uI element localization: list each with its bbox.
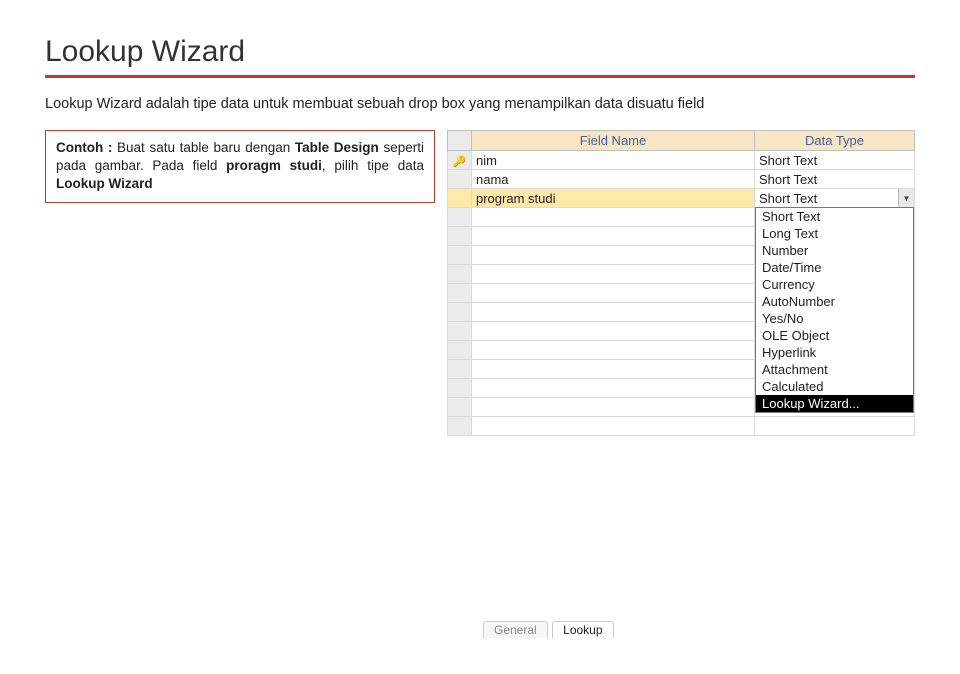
data-type-value: Short Text <box>759 191 817 206</box>
column-header-type[interactable]: Data Type <box>755 131 915 151</box>
table-row[interactable]: nama Short Text <box>448 170 915 189</box>
callout-text-1: Buat satu table baru dengan <box>112 140 295 155</box>
property-tabs: General Lookup <box>447 621 915 639</box>
data-type-dropdown-cell[interactable]: Short Text ▼ Short Text Long Text Number… <box>755 189 915 208</box>
dropdown-option[interactable]: Currency <box>756 276 913 293</box>
dropdown-option[interactable]: Yes/No <box>756 310 913 327</box>
table-row[interactable]: 🔑 nim Short Text <box>448 151 915 170</box>
data-type-dropdown[interactable]: Short Text Long Text Number Date/Time Cu… <box>755 207 914 413</box>
description-text: Lookup Wizard adalah tipe data untuk mem… <box>45 96 915 112</box>
row-selector-active <box>448 189 472 208</box>
primary-key-icon: 🔑 <box>448 151 472 170</box>
dropdown-option[interactable]: Hyperlink <box>756 344 913 361</box>
table-row[interactable] <box>448 417 915 436</box>
dropdown-option-highlighted[interactable]: Lookup Wizard... <box>756 395 913 412</box>
page-title: Lookup Wizard <box>45 35 915 78</box>
data-type-cell[interactable]: Short Text <box>755 170 915 189</box>
dropdown-option[interactable]: Attachment <box>756 361 913 378</box>
callout-label: Contoh : <box>56 140 112 155</box>
field-name-cell[interactable]: nim <box>472 151 755 170</box>
example-callout: Contoh : Buat satu table baru dengan Tab… <box>45 130 435 203</box>
table-row[interactable]: program studi Short Text ▼ Short Text Lo… <box>448 189 915 208</box>
dropdown-option[interactable]: Number <box>756 242 913 259</box>
row-selector-header <box>448 131 472 151</box>
callout-strong-2: proragm studi <box>226 158 322 173</box>
callout-strong-1: Table Design <box>295 140 379 155</box>
column-header-field[interactable]: Field Name <box>472 131 755 151</box>
dropdown-option[interactable]: Long Text <box>756 225 913 242</box>
dropdown-option[interactable]: Date/Time <box>756 259 913 276</box>
data-type-cell[interactable]: Short Text <box>755 151 915 170</box>
field-name-cell[interactable]: program studi <box>472 189 755 208</box>
tab-lookup[interactable]: Lookup <box>552 621 613 638</box>
callout-text-3: , pilih tipe data <box>322 158 424 173</box>
chevron-down-icon[interactable]: ▼ <box>898 189 914 207</box>
dropdown-option[interactable]: OLE Object <box>756 327 913 344</box>
row-selector <box>448 170 472 189</box>
dropdown-option[interactable]: AutoNumber <box>756 293 913 310</box>
field-name-cell[interactable]: nama <box>472 170 755 189</box>
dropdown-option[interactable]: Short Text <box>756 208 913 225</box>
callout-strong-3: Lookup Wizard <box>56 176 153 191</box>
dropdown-option[interactable]: Calculated <box>756 378 913 395</box>
table-design-grid: Field Name Data Type 🔑 nim Short Text na… <box>447 130 915 639</box>
tab-general[interactable]: General <box>483 621 548 638</box>
